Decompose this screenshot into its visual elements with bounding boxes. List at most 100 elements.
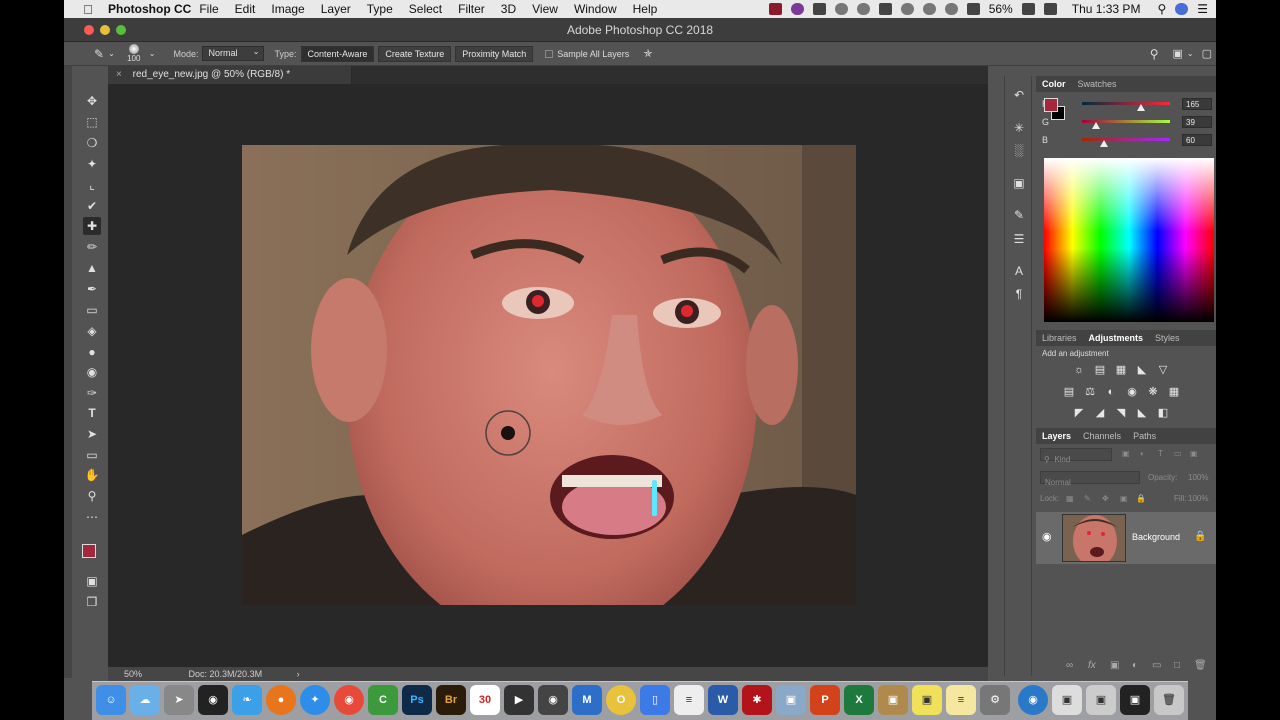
document-photo[interactable] (242, 145, 856, 605)
tab-channels[interactable]: Channels (1077, 431, 1127, 441)
status-menu-arrow-icon[interactable]: › (297, 669, 300, 679)
menu-filter[interactable]: Filter (458, 2, 485, 16)
tab-adjustments[interactable]: Adjustments (1083, 333, 1150, 343)
tab-libraries[interactable]: Libraries (1036, 333, 1083, 343)
layer-row-background[interactable]: ◉ Background 🔒 (1036, 512, 1216, 564)
word-icon[interactable]: W (708, 685, 738, 715)
tab-layers[interactable]: Layers (1036, 431, 1077, 441)
type-create-texture-button[interactable]: Create Texture (378, 45, 452, 62)
layer-thumbnail[interactable] (1062, 514, 1126, 562)
tab-color[interactable]: Color (1036, 79, 1072, 89)
brush-tool-icon[interactable]: ✏ (83, 238, 101, 256)
menu-view[interactable]: View (532, 2, 558, 16)
foreground-color-swatch[interactable] (82, 544, 96, 558)
eraser-tool-icon[interactable]: ▭ (83, 301, 101, 319)
archive-icon[interactable]: ▣ (878, 685, 908, 715)
type-content-aware-button[interactable]: Content-Aware (300, 45, 375, 62)
wifi-icon[interactable] (944, 3, 958, 15)
black-white-icon[interactable]: ◐ (1104, 386, 1118, 398)
keynote-icon[interactable]: ▯ (640, 685, 670, 715)
gradient-map-icon[interactable]: ◧ (1156, 407, 1170, 419)
tab-styles[interactable]: Styles (1149, 333, 1186, 343)
notes-icon[interactable]: ≡ (674, 685, 704, 715)
eyedropper-tool-icon[interactable]: ✔ (83, 197, 101, 215)
tray-app-icon[interactable] (834, 3, 848, 15)
notes-icon[interactable]: ≡ (946, 685, 976, 715)
paint-bucket-tool-icon[interactable]: ◈ (83, 322, 101, 340)
green-value[interactable]: 39 (1182, 116, 1212, 128)
menubar-clock[interactable]: Thu 1:33 PM (1072, 2, 1141, 16)
fill-value[interactable]: 100% (1188, 494, 1208, 503)
red-thumb[interactable] (1137, 104, 1145, 111)
channel-mixer-icon[interactable]: ❋ (1146, 386, 1160, 398)
move-tool-icon[interactable]: ✥ (83, 92, 101, 110)
healing-brush-tool-icon[interactable]: ✚ (83, 217, 101, 235)
document-window-icon[interactable]: ▣ (1052, 685, 1082, 715)
green-thumb[interactable] (1092, 122, 1100, 129)
marquee-tool-icon[interactable]: ⬚ (83, 113, 101, 131)
excel-icon[interactable]: X (844, 685, 874, 715)
new-group-icon[interactable]: ▭ (1152, 660, 1161, 671)
properties-panel-icon[interactable]: ✳ (1010, 120, 1028, 136)
character-panel-icon[interactable]: A (1010, 263, 1028, 279)
red-track[interactable] (1082, 102, 1170, 105)
menu-file[interactable]: File (199, 2, 218, 16)
brightness-contrast-icon[interactable]: ☼ (1072, 364, 1086, 376)
new-layer-icon[interactable]: □ (1174, 660, 1180, 671)
powerpoint-icon[interactable]: P (810, 685, 840, 715)
photo-filter-icon[interactable]: ◉ (1125, 386, 1139, 398)
clone-stamp-tool-icon[interactable]: ▲ (83, 259, 101, 277)
notification-center-icon[interactable]: ☰ (1197, 2, 1208, 16)
firefox-icon[interactable]: ● (266, 685, 296, 715)
screen-mode-icon[interactable]: ❒ (83, 593, 101, 611)
share-icon[interactable]: ▢ (1202, 47, 1212, 60)
tab-swatches[interactable]: Swatches (1072, 79, 1123, 89)
preview-icon[interactable]: ▣ (776, 685, 806, 715)
layer-kind-filter[interactable]: ⚲ Kind (1040, 448, 1112, 464)
time-machine-icon[interactable] (900, 3, 914, 15)
chevron-down-icon[interactable]: ⌄ (1187, 49, 1194, 58)
blue-value[interactable]: 60 (1182, 134, 1212, 146)
more-tools-icon[interactable]: ⋯ (83, 508, 101, 526)
info-panel-icon[interactable]: ▣ (1010, 175, 1028, 191)
blue-track[interactable] (1082, 138, 1170, 141)
menu-edit[interactable]: Edit (235, 2, 256, 16)
bridge-icon[interactable]: Br (436, 685, 466, 715)
document-canvas[interactable] (108, 84, 988, 667)
menu-layer[interactable]: Layer (321, 2, 351, 16)
photoshop-icon[interactable]: Ps (402, 685, 432, 715)
tool-preset-dropdown[interactable]: ⌄ (108, 49, 115, 58)
battery-icon[interactable] (1021, 3, 1035, 15)
blue-slider[interactable]: B 60 (1042, 134, 1216, 148)
search-icon[interactable]: ⚲ (1150, 47, 1159, 61)
blend-mode-select[interactable]: Normal (1040, 471, 1140, 487)
selective-color-icon[interactable]: ◣ (1135, 407, 1149, 419)
menu-select[interactable]: Select (409, 2, 442, 16)
hue-saturation-icon[interactable]: ▤ (1062, 386, 1076, 398)
calendar-icon[interactable]: 30 (470, 685, 500, 715)
paragraph-panel-icon[interactable]: ¶ (1010, 286, 1028, 302)
trash-icon[interactable]: 🗑 (1154, 685, 1184, 715)
zoom-tool-icon[interactable]: ⚲ (83, 487, 101, 505)
color-balance-icon[interactable]: ⚖ (1083, 386, 1097, 398)
imovie-icon[interactable]: ▶ (504, 685, 534, 715)
red-value[interactable]: 165 (1182, 98, 1212, 110)
workspace-icon[interactable]: ▣ (1172, 47, 1182, 60)
brush-dropdown[interactable]: ⌄ (149, 49, 156, 58)
histogram-panel-icon[interactable]: ░ (1010, 142, 1028, 158)
spotlight-icon[interactable]: ⚲ (1157, 2, 1166, 16)
filter-smart-object-icon[interactable]: ▣ (1190, 449, 1198, 458)
brush-size-preview[interactable]: 100 (123, 43, 145, 65)
crop-tool-icon[interactable]: ⌞ (83, 176, 101, 194)
hand-tool-icon[interactable]: ✋ (83, 466, 101, 484)
flag-icon[interactable] (1043, 3, 1057, 15)
siri-icon[interactable] (1175, 3, 1189, 15)
blue-thumb[interactable] (1100, 140, 1108, 147)
mode-select[interactable]: Normal ⌄ (202, 46, 265, 61)
lock-artboard-icon[interactable]: ▣ (1120, 494, 1128, 503)
color-spectrum[interactable] (1044, 158, 1214, 322)
bluetooth-icon[interactable] (922, 3, 936, 15)
document-tab[interactable]: × red_eye_new.jpg @ 50% (RGB/8) * (108, 66, 352, 84)
lock-position-icon[interactable]: ✥ (1102, 494, 1109, 503)
history-brush-tool-icon[interactable]: ✒ (83, 280, 101, 298)
